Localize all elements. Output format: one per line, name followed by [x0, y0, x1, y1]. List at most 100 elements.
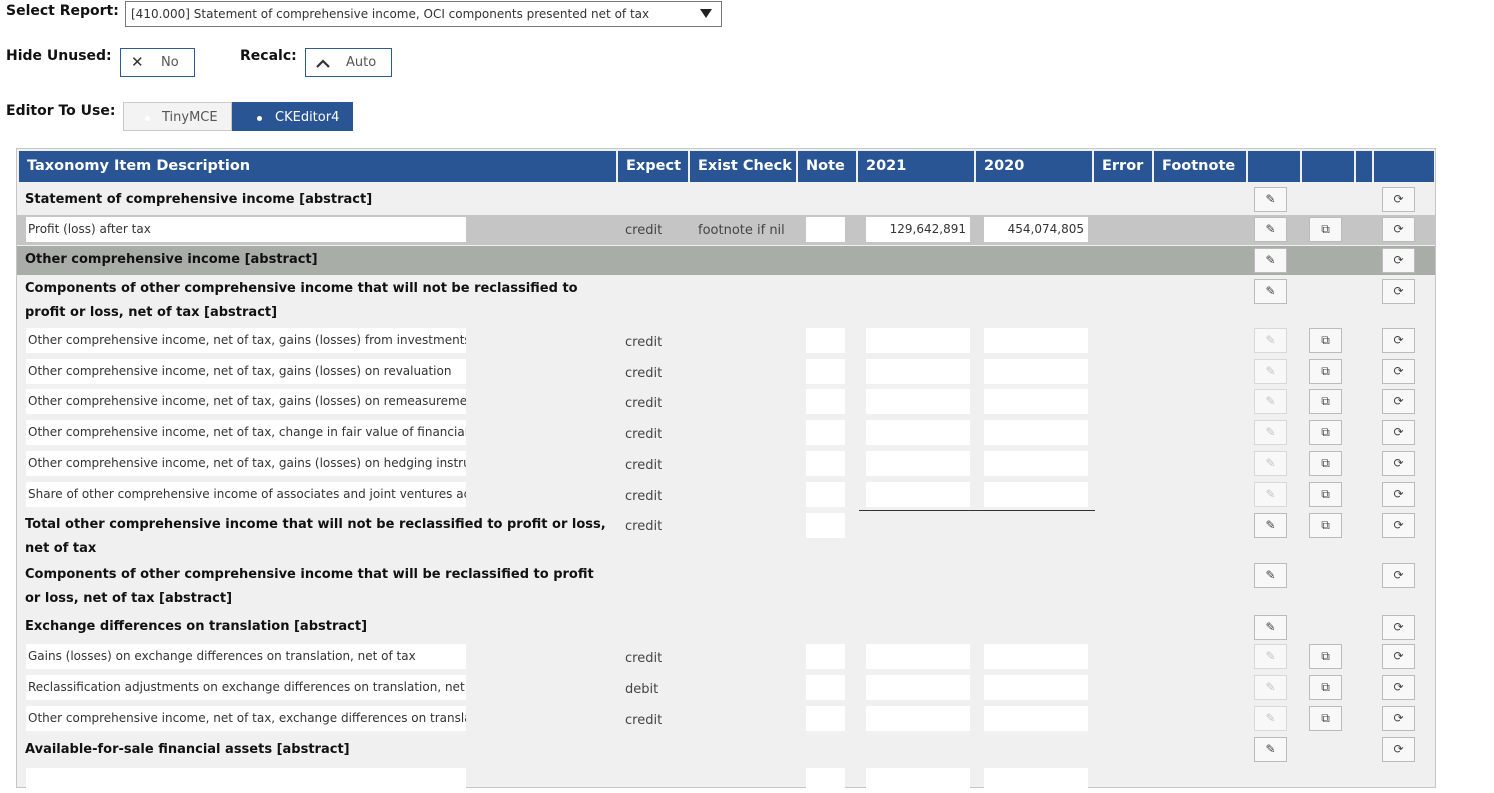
- table-row-total[interactable]: Total other comprehensive income that wi…: [17, 513, 1435, 563]
- value-2021-input[interactable]: [866, 644, 970, 669]
- value-2020-input[interactable]: [984, 706, 1088, 731]
- refresh-icon[interactable]: ⟳: [1382, 563, 1415, 588]
- row-description[interactable]: Other comprehensive income, net of tax, …: [26, 389, 466, 414]
- copy-icon[interactable]: ⧉: [1309, 328, 1342, 353]
- row-description[interactable]: Other comprehensive income, net of tax, …: [26, 328, 466, 353]
- table-row-abstract: Components of other comprehensive income…: [17, 563, 1435, 613]
- hide-unused-toggle[interactable]: ✕ No: [120, 48, 195, 77]
- note-input[interactable]: [806, 217, 845, 242]
- refresh-icon[interactable]: ⟳: [1382, 248, 1415, 273]
- row-description[interactable]: Share of other comprehensive income of a…: [26, 482, 466, 507]
- table-row[interactable]: Gains (losses) on exchange differences o…: [17, 644, 1435, 675]
- value-2020-input[interactable]: [984, 420, 1088, 445]
- copy-icon[interactable]: ⧉: [1309, 420, 1342, 445]
- table-row[interactable]: Profit (loss) after tax credit footnote …: [17, 215, 1435, 245]
- table-row[interactable]: Other comprehensive income, net of tax, …: [17, 389, 1435, 420]
- value-2021-input[interactable]: [866, 482, 970, 507]
- editor-option-ckeditor4[interactable]: CKEditor4: [232, 102, 353, 131]
- copy-icon[interactable]: ⧉: [1309, 451, 1342, 476]
- value-2021-input[interactable]: [866, 359, 970, 384]
- table-row[interactable]: Other comprehensive income, net of tax, …: [17, 451, 1435, 482]
- editor-option-tinymce[interactable]: TinyMCE: [123, 102, 232, 131]
- table-row[interactable]: Other comprehensive income, net of tax, …: [17, 706, 1435, 737]
- pencil-icon[interactable]: ✎: [1254, 615, 1287, 640]
- value-2021-input[interactable]: [866, 706, 970, 731]
- note-input[interactable]: [806, 389, 845, 414]
- note-input[interactable]: [806, 359, 845, 384]
- table-row[interactable]: Other comprehensive income, net of tax, …: [17, 359, 1435, 390]
- refresh-icon[interactable]: ⟳: [1382, 359, 1415, 384]
- note-input[interactable]: [806, 644, 845, 669]
- table-row[interactable]: Other comprehensive income, net of tax, …: [17, 420, 1435, 451]
- table-row[interactable]: Reclassification adjustments on exchange…: [17, 675, 1435, 706]
- note-input[interactable]: [806, 420, 845, 445]
- pencil-icon[interactable]: ✎: [1254, 513, 1287, 538]
- pencil-icon[interactable]: ✎: [1254, 563, 1287, 588]
- value-2021-input[interactable]: [866, 768, 970, 793]
- refresh-icon[interactable]: ⟳: [1382, 389, 1415, 414]
- value-2021-input[interactable]: [866, 451, 970, 476]
- copy-icon[interactable]: ⧉: [1309, 706, 1342, 731]
- row-description[interactable]: [26, 768, 466, 793]
- value-2020-input[interactable]: [984, 644, 1088, 669]
- refresh-icon[interactable]: ⟳: [1382, 513, 1415, 538]
- refresh-icon[interactable]: ⟳: [1382, 328, 1415, 353]
- refresh-icon[interactable]: ⟳: [1382, 187, 1415, 212]
- row-description[interactable]: Other comprehensive income, net of tax, …: [26, 420, 466, 445]
- table-row[interactable]: [17, 768, 1435, 793]
- row-description[interactable]: Reclassification adjustments on exchange…: [26, 675, 466, 700]
- value-2020-input[interactable]: [984, 328, 1088, 353]
- value-2021-input[interactable]: 129,642,891: [866, 217, 970, 242]
- row-description[interactable]: Profit (loss) after tax: [26, 217, 466, 242]
- refresh-icon[interactable]: ⟳: [1382, 482, 1415, 507]
- report-select-value: [410.000] Statement of comprehensive inc…: [131, 7, 650, 21]
- note-input[interactable]: [806, 513, 845, 538]
- pencil-icon[interactable]: ✎: [1254, 248, 1287, 273]
- pencil-icon[interactable]: ✎: [1254, 217, 1287, 242]
- value-2020-input[interactable]: [984, 451, 1088, 476]
- pencil-icon[interactable]: ✎: [1254, 279, 1287, 304]
- note-input[interactable]: [806, 328, 845, 353]
- value-2021-input[interactable]: [866, 675, 970, 700]
- value-2020-input[interactable]: [984, 389, 1088, 414]
- row-description[interactable]: Other comprehensive income, net of tax, …: [26, 451, 466, 476]
- row-description[interactable]: Other comprehensive income, net of tax, …: [26, 706, 466, 731]
- row-description[interactable]: Gains (losses) on exchange differences o…: [26, 644, 466, 669]
- refresh-icon[interactable]: ⟳: [1382, 615, 1415, 640]
- value-2020-input[interactable]: [984, 359, 1088, 384]
- value-2020-input[interactable]: [984, 768, 1088, 793]
- copy-icon[interactable]: ⧉: [1309, 217, 1342, 242]
- refresh-icon[interactable]: ⟳: [1382, 737, 1415, 762]
- report-select[interactable]: [410.000] Statement of comprehensive inc…: [125, 1, 722, 27]
- value-2021-input[interactable]: [866, 328, 970, 353]
- copy-icon[interactable]: ⧉: [1309, 513, 1342, 538]
- pencil-icon[interactable]: ✎: [1254, 737, 1287, 762]
- refresh-icon[interactable]: ⟳: [1382, 644, 1415, 669]
- note-input[interactable]: [806, 675, 845, 700]
- table-row[interactable]: Other comprehensive income, net of tax, …: [17, 328, 1435, 359]
- pencil-icon[interactable]: ✎: [1254, 187, 1287, 212]
- value-2020-input[interactable]: [984, 482, 1088, 507]
- copy-icon[interactable]: ⧉: [1309, 389, 1342, 414]
- refresh-icon[interactable]: ⟳: [1382, 675, 1415, 700]
- recalc-toggle[interactable]: Auto: [305, 48, 392, 77]
- value-2021-input[interactable]: [866, 389, 970, 414]
- copy-icon[interactable]: ⧉: [1309, 359, 1342, 384]
- refresh-icon[interactable]: ⟳: [1382, 279, 1415, 304]
- value-2021-input[interactable]: [866, 420, 970, 445]
- refresh-icon[interactable]: ⟳: [1382, 420, 1415, 445]
- copy-icon[interactable]: ⧉: [1309, 482, 1342, 507]
- refresh-icon[interactable]: ⟳: [1382, 706, 1415, 731]
- table-row[interactable]: Share of other comprehensive income of a…: [17, 482, 1435, 513]
- refresh-icon[interactable]: ⟳: [1382, 217, 1415, 242]
- value-2020-input[interactable]: 454,074,805: [984, 217, 1088, 242]
- copy-icon[interactable]: ⧉: [1309, 644, 1342, 669]
- note-input[interactable]: [806, 451, 845, 476]
- row-description[interactable]: Other comprehensive income, net of tax, …: [26, 359, 466, 384]
- value-2020-input[interactable]: [984, 675, 1088, 700]
- note-input[interactable]: [806, 706, 845, 731]
- refresh-icon[interactable]: ⟳: [1382, 451, 1415, 476]
- note-input[interactable]: [806, 768, 845, 793]
- note-input[interactable]: [806, 482, 845, 507]
- copy-icon[interactable]: ⧉: [1309, 675, 1342, 700]
